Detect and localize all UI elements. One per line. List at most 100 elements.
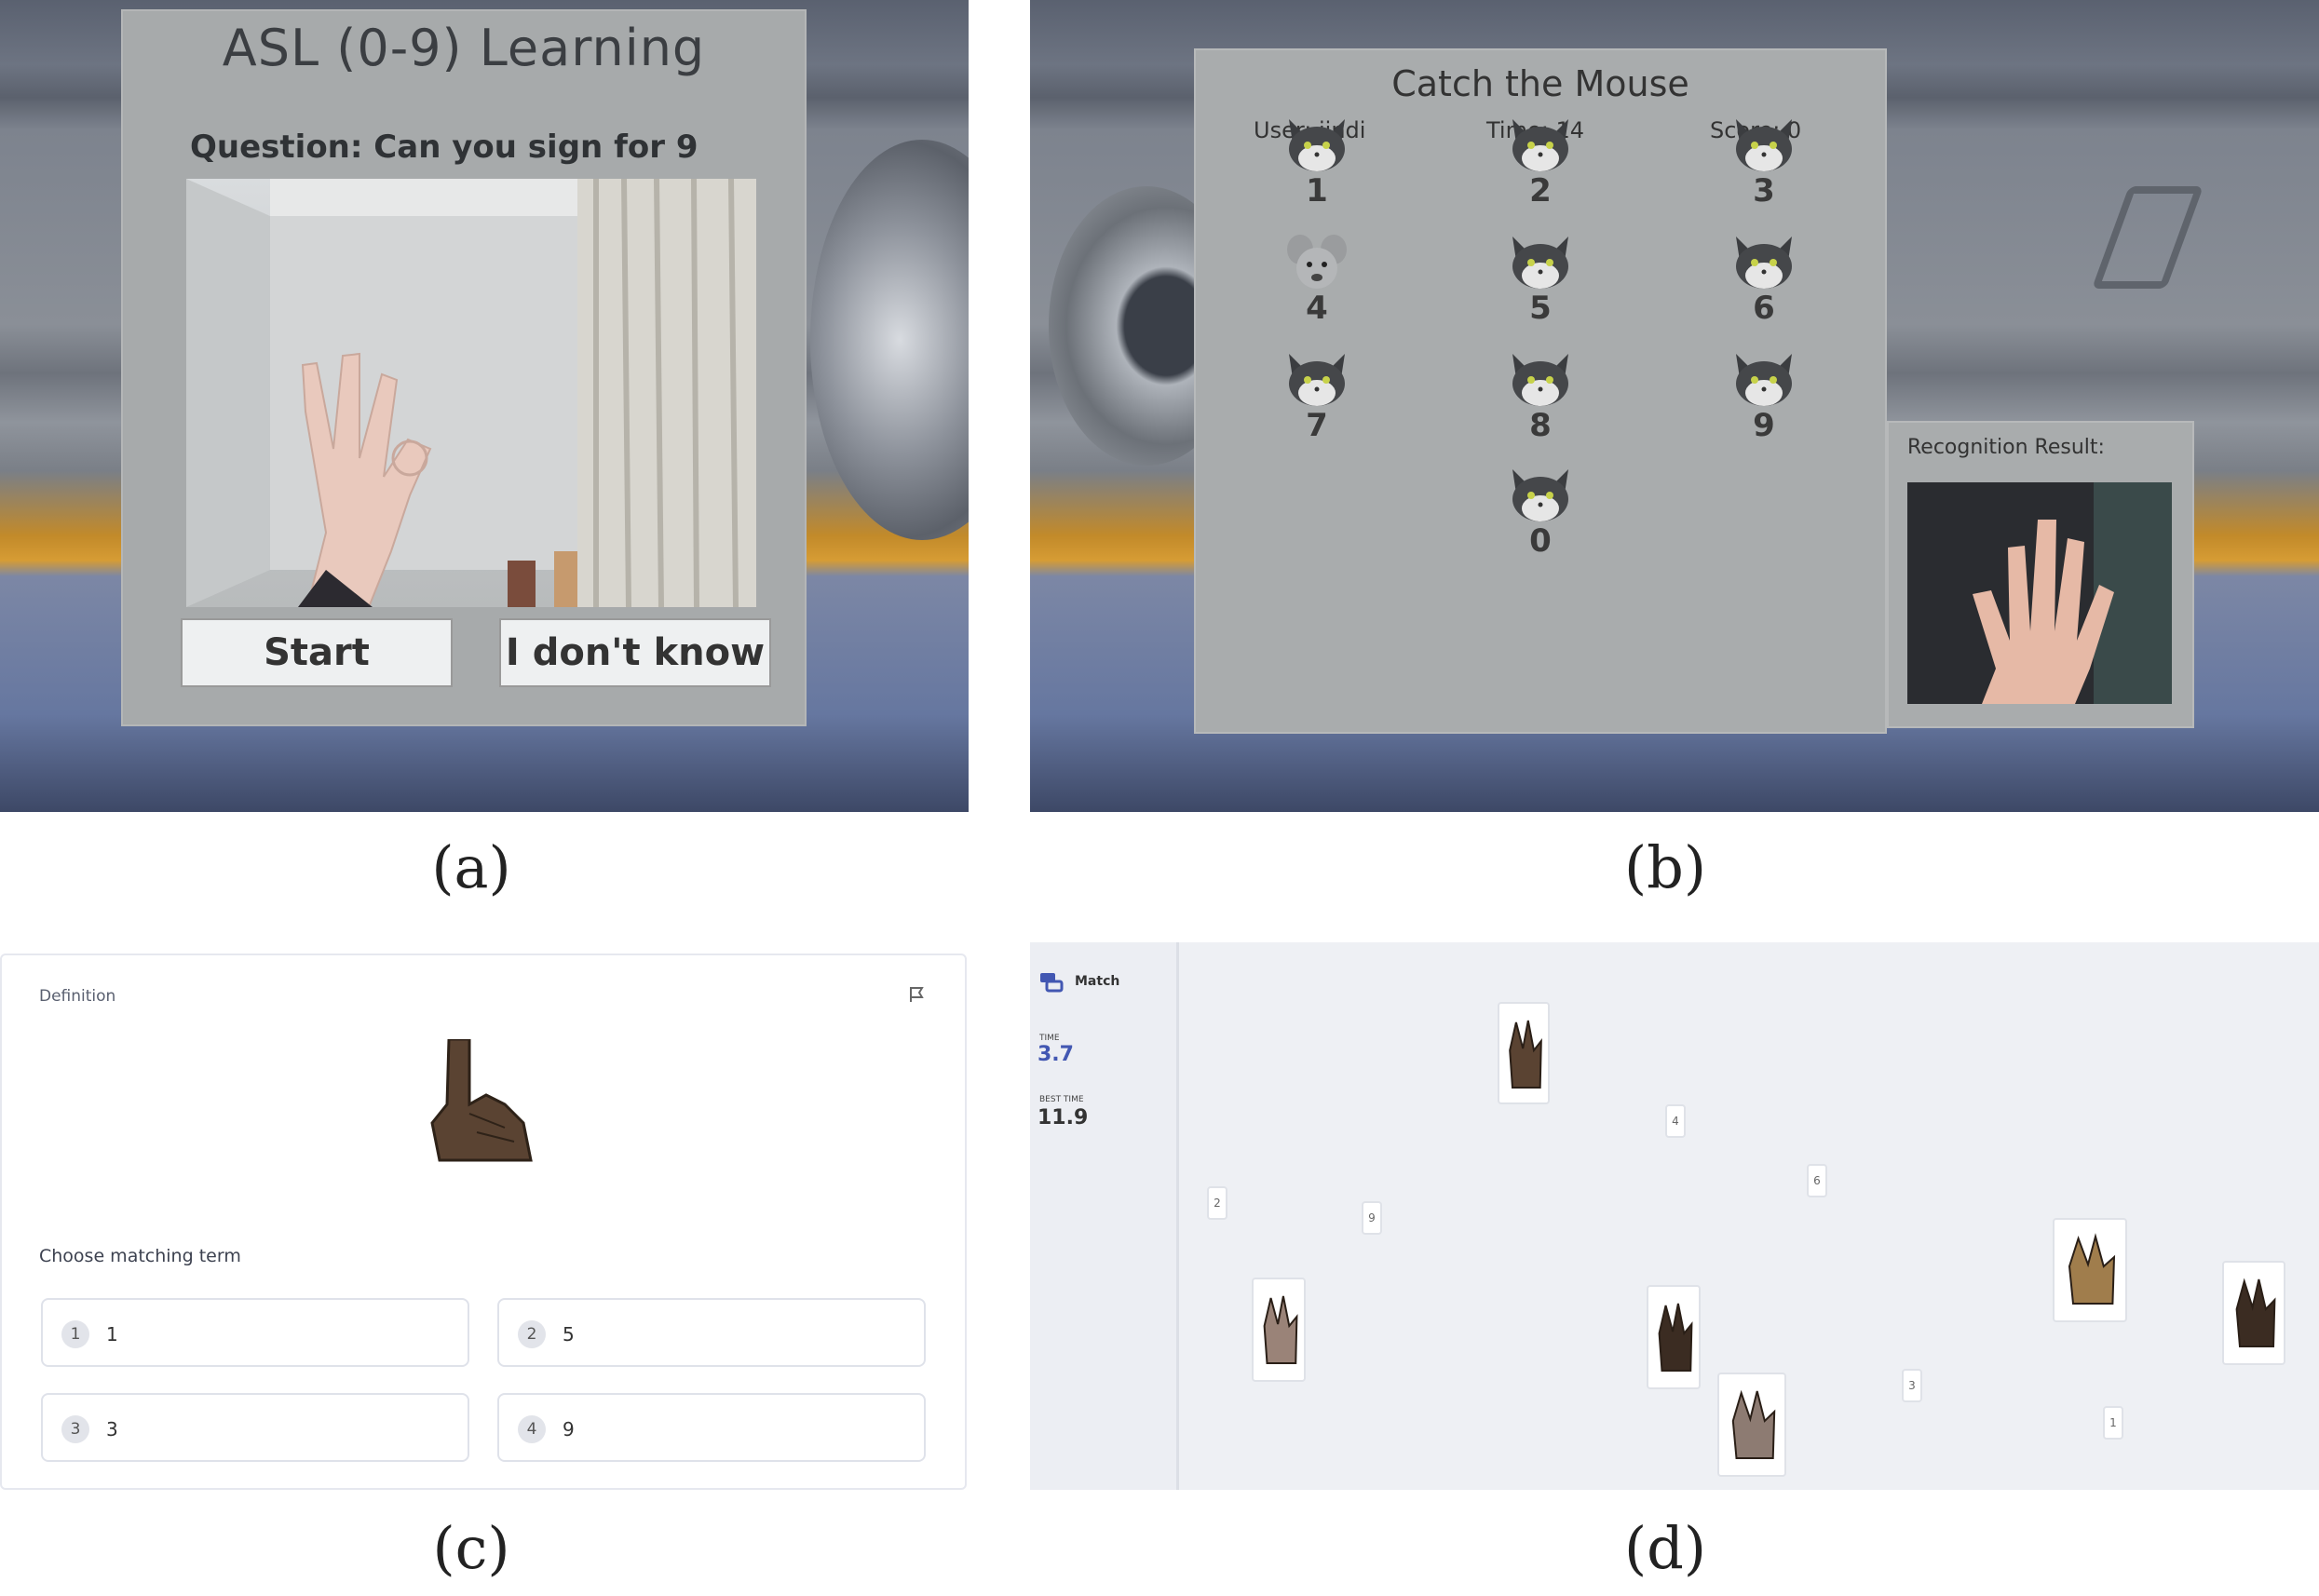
number-card[interactable]: 4 bbox=[1665, 1104, 1686, 1138]
cat-cell[interactable]: 6 bbox=[1722, 233, 1806, 345]
answer-option[interactable]: 49 bbox=[497, 1393, 926, 1462]
cell-number: 5 bbox=[1529, 290, 1552, 327]
number-card[interactable]: 6 bbox=[1807, 1164, 1827, 1197]
mouse-cell[interactable]: 4 bbox=[1275, 233, 1359, 345]
panel-d: Match TIME 3.7 BEST TIME 11.9 4 6 2 9 3 1 bbox=[1030, 942, 2319, 1490]
option-label: 3 bbox=[106, 1418, 118, 1440]
recognition-image bbox=[1973, 482, 2172, 704]
sign-card[interactable] bbox=[2222, 1261, 2285, 1365]
cat-face-icon bbox=[1283, 115, 1350, 173]
cell-number: 7 bbox=[1306, 407, 1328, 444]
window-title: ASL (0-9) Learning bbox=[222, 19, 706, 77]
number-card-label: 4 bbox=[1672, 1115, 1679, 1128]
answer-option[interactable]: 11 bbox=[41, 1298, 469, 1367]
cell-number: 0 bbox=[1529, 522, 1552, 560]
cat-face-icon bbox=[1730, 233, 1797, 291]
caption-a: (a) bbox=[431, 833, 511, 901]
webcam-image bbox=[186, 179, 756, 607]
number-card-label: 1 bbox=[2109, 1416, 2117, 1429]
panel-b: Catch the Mouse User: jindi Time: 14 Sco… bbox=[1030, 0, 2319, 812]
cat-cell[interactable]: 2 bbox=[1499, 115, 1582, 227]
option-index-badge: 4 bbox=[518, 1415, 546, 1443]
recognition-window: Recognition Result: bbox=[1887, 421, 2194, 728]
sign-card[interactable] bbox=[2053, 1218, 2127, 1322]
cell-number: 3 bbox=[1753, 172, 1775, 210]
webcam-feed bbox=[186, 179, 756, 607]
sign-card[interactable] bbox=[1647, 1285, 1701, 1389]
cat-cell[interactable]: 1 bbox=[1275, 115, 1359, 227]
start-button[interactable]: Start bbox=[181, 618, 453, 687]
cat-face-icon bbox=[1730, 115, 1797, 173]
cell-number: 9 bbox=[1753, 407, 1775, 444]
sign-card[interactable] bbox=[1252, 1278, 1306, 1382]
cat-face-icon bbox=[1283, 350, 1350, 408]
cell-number: 2 bbox=[1529, 172, 1552, 210]
cat-face-icon bbox=[1507, 233, 1574, 291]
panel-a: ASL (0-9) Learning Question: Can you sig… bbox=[0, 0, 969, 812]
match-icon bbox=[1039, 972, 1064, 993]
hand-sign-icon bbox=[1731, 1389, 1776, 1459]
option-index-badge: 1 bbox=[61, 1320, 89, 1348]
option-index-badge: 3 bbox=[61, 1415, 89, 1443]
vr-decoration bbox=[810, 140, 969, 540]
cat-face-icon bbox=[1507, 115, 1574, 173]
number-card[interactable]: 9 bbox=[1362, 1201, 1382, 1235]
answer-option[interactable]: 25 bbox=[497, 1298, 926, 1367]
choose-label: Choose matching term bbox=[39, 1246, 241, 1266]
best-time-label: BEST TIME bbox=[1039, 1095, 1084, 1104]
cat-face-icon bbox=[1507, 350, 1574, 408]
cell-number: 6 bbox=[1753, 290, 1775, 327]
recognition-feed bbox=[1907, 482, 2172, 704]
time-value: 3.7 bbox=[1037, 1043, 1074, 1066]
game-title: Catch the Mouse bbox=[1391, 63, 1689, 104]
option-label: 1 bbox=[106, 1323, 118, 1346]
cat-face-icon bbox=[1507, 466, 1574, 523]
time-label: TIME bbox=[1039, 1034, 1060, 1043]
sign-card[interactable] bbox=[1498, 1002, 1550, 1104]
cell-number: 1 bbox=[1306, 172, 1328, 210]
sidebar bbox=[1030, 942, 1179, 1490]
vr-decoration-logo bbox=[2091, 186, 2204, 289]
mouse-face-icon bbox=[1283, 233, 1350, 291]
cat-cell[interactable]: 9 bbox=[1722, 350, 1806, 462]
mode-label: Match bbox=[1075, 974, 1120, 989]
question-text: Question: Can you sign for 9 bbox=[190, 128, 698, 166]
number-card-label: 9 bbox=[1368, 1211, 1376, 1224]
definition-label: Definition bbox=[39, 987, 116, 1006]
answer-option[interactable]: 33 bbox=[41, 1393, 469, 1462]
game-window: Catch the Mouse User: jindi Time: 14 Sco… bbox=[1194, 48, 1887, 734]
number-card-label: 2 bbox=[1214, 1197, 1221, 1210]
hand-sign-icon bbox=[2068, 1233, 2116, 1305]
cell-number: 4 bbox=[1306, 290, 1328, 327]
option-label: 9 bbox=[563, 1418, 575, 1440]
cat-cell[interactable]: 3 bbox=[1722, 115, 1806, 227]
number-card-label: 3 bbox=[1908, 1379, 1916, 1392]
recognition-label: Recognition Result: bbox=[1907, 436, 2105, 459]
learning-window: ASL (0-9) Learning Question: Can you sig… bbox=[121, 9, 807, 726]
hand-sign-image bbox=[421, 1037, 542, 1179]
hand-sign-icon bbox=[1658, 1303, 1693, 1372]
caption-c: (c) bbox=[432, 1514, 510, 1582]
cat-face-icon bbox=[1730, 350, 1797, 408]
option-label: 5 bbox=[563, 1323, 575, 1346]
best-time-value: 11.9 bbox=[1037, 1106, 1089, 1129]
cat-cell[interactable]: 8 bbox=[1499, 350, 1582, 462]
cell-number: 8 bbox=[1529, 407, 1552, 444]
option-index-badge: 2 bbox=[518, 1320, 546, 1348]
panel-c: Definition Choose matching term 11 25 33 49 bbox=[0, 954, 967, 1490]
sign-card[interactable] bbox=[1717, 1373, 1786, 1477]
caption-d: (d) bbox=[1623, 1514, 1707, 1582]
number-card[interactable]: 1 bbox=[2103, 1406, 2123, 1440]
cat-cell[interactable]: 7 bbox=[1275, 350, 1359, 462]
caption-b: (b) bbox=[1623, 833, 1707, 901]
figure: ASL (0-9) Learning Question: Can you sig… bbox=[0, 0, 2319, 1596]
flag-icon[interactable] bbox=[907, 985, 926, 1004]
hand-sign-icon bbox=[1263, 1295, 1298, 1364]
hand-sign-icon bbox=[1509, 1020, 1542, 1089]
number-card[interactable]: 2 bbox=[1207, 1186, 1227, 1220]
number-card-label: 6 bbox=[1813, 1174, 1821, 1187]
cat-cell[interactable]: 0 bbox=[1499, 466, 1582, 577]
dont-know-button[interactable]: I don't know bbox=[499, 618, 771, 687]
number-card[interactable]: 3 bbox=[1902, 1369, 1922, 1402]
cat-cell[interactable]: 5 bbox=[1499, 233, 1582, 345]
